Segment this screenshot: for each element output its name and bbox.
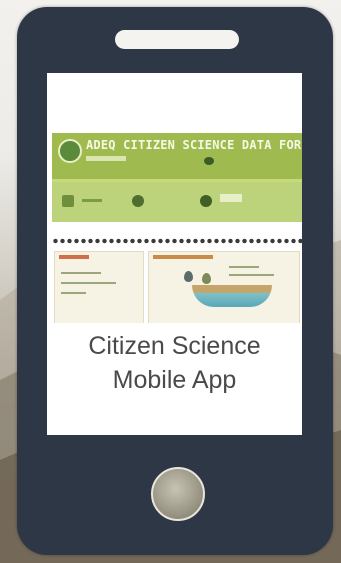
pin-icon: [200, 195, 212, 207]
river-illustration: [192, 285, 272, 307]
camera-icon: [62, 195, 74, 207]
home-button-icon[interactable]: [151, 467, 205, 521]
band-label-bar: [220, 194, 242, 202]
app-caption: Citizen Science Mobile App: [47, 329, 302, 397]
phone-mockup: ADEQ CITIZEN SCIENCE DATA FOR Citizen Sc…: [17, 7, 333, 555]
phone-speaker-icon: [115, 30, 239, 49]
water-drop-icon: [202, 273, 211, 284]
thumbnail-subheading-bar: [86, 156, 126, 161]
right-panel-header-bar: [153, 255, 213, 259]
caption-line-2: Mobile App: [112, 366, 237, 394]
logo-icon: [58, 139, 82, 163]
band-divider: [82, 199, 102, 202]
thumbnail-info-band: [52, 182, 302, 222]
left-panel-header-bar: [59, 255, 89, 259]
thumbnail-heading: ADEQ CITIZEN SCIENCE DATA FOR: [86, 138, 302, 152]
thumbnail-left-panel: [54, 251, 144, 323]
left-panel-line: [61, 282, 116, 284]
left-panel-line: [61, 292, 86, 294]
water-drop-icon: [184, 271, 193, 282]
left-panel-line: [61, 272, 101, 274]
background-scene: ADEQ CITIZEN SCIENCE DATA FOR Citizen Sc…: [0, 0, 341, 563]
caption-line-1: Citizen Science: [88, 332, 261, 360]
clock-icon: [132, 195, 144, 207]
banner-marker-icon: [204, 157, 214, 165]
thumbnail-banner: ADEQ CITIZEN SCIENCE DATA FOR: [52, 133, 302, 182]
app-card[interactable]: ADEQ CITIZEN SCIENCE DATA FOR Citizen Sc…: [47, 73, 302, 435]
app-screenshot-thumbnail: ADEQ CITIZEN SCIENCE DATA FOR: [52, 133, 302, 323]
right-panel-line: [229, 274, 274, 276]
right-panel-line: [229, 266, 259, 268]
dotted-divider: [52, 238, 302, 244]
